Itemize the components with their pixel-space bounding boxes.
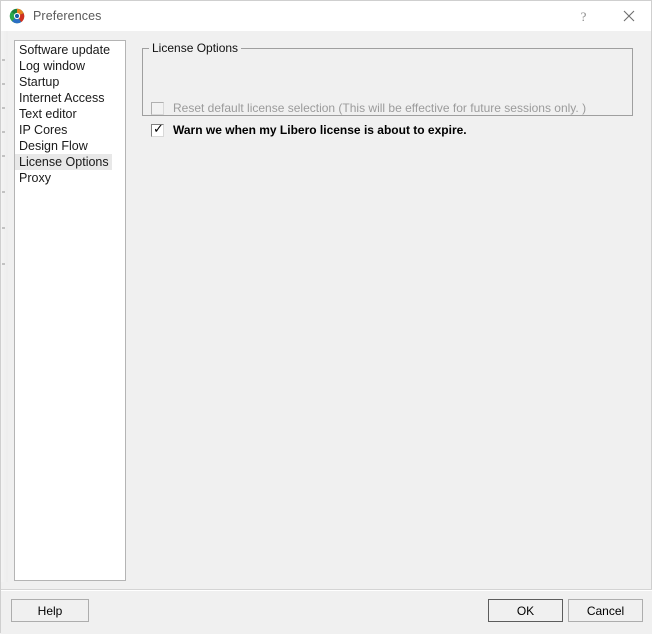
warn-license-expire-label: Warn we when my Libero license is about … xyxy=(173,123,467,137)
title-bar: Preferences ? xyxy=(1,1,651,31)
sidebar-item-label: Startup xyxy=(19,75,60,89)
reset-default-license-checkbox-row[interactable]: Reset default license selection (This wi… xyxy=(151,101,586,115)
category-list[interactable]: Software update Log window Startup Inter… xyxy=(14,40,126,581)
sidebar-item-label: Proxy xyxy=(19,171,51,185)
warn-license-expire-checkbox[interactable]: ✓ xyxy=(151,121,164,137)
cancel-button[interactable]: Cancel xyxy=(568,599,643,622)
sidebar-item-proxy[interactable]: Proxy xyxy=(15,170,125,186)
help-button[interactable]: ? xyxy=(561,1,606,31)
groupbox-title: License Options xyxy=(149,41,242,55)
sidebar-item-label: IP Cores xyxy=(19,123,68,137)
help-button-footer[interactable]: Help xyxy=(11,599,89,622)
sidebar-item-log-window[interactable]: Log window xyxy=(15,58,125,74)
sidebar-item-design-flow[interactable]: Design Flow xyxy=(15,138,125,154)
checkmark-icon: ✓ xyxy=(153,121,164,137)
sidebar-item-label: Design Flow xyxy=(19,139,88,153)
warn-license-expire-checkbox-row[interactable]: ✓ Warn we when my Libero license is abou… xyxy=(151,123,467,137)
sidebar-item-label: Software update xyxy=(19,43,111,57)
sidebar-item-internet-access[interactable]: Internet Access xyxy=(15,90,125,106)
sidebar-item-software-update[interactable]: Software update xyxy=(15,42,125,58)
reset-default-license-checkbox[interactable] xyxy=(151,101,164,115)
sidebar-item-label: License Options xyxy=(15,154,112,170)
close-button[interactable] xyxy=(606,1,651,31)
reset-default-license-label: Reset default license selection (This wi… xyxy=(173,101,587,115)
sidebar-item-label: Text editor xyxy=(19,107,77,121)
question-mark-icon: ? xyxy=(580,8,587,24)
sidebar-item-text-editor[interactable]: Text editor xyxy=(15,106,125,122)
dialog-body: Software update Log window Startup Inter… xyxy=(1,31,651,587)
sidebar-item-license-options[interactable]: License Options xyxy=(15,154,125,170)
sidebar-item-label: Log window xyxy=(19,59,86,73)
sidebar-item-ip-cores[interactable]: IP Cores xyxy=(15,122,125,138)
sidebar-item-label: Internet Access xyxy=(19,91,105,105)
libero-app-icon xyxy=(9,8,25,24)
ok-button[interactable]: OK xyxy=(488,599,563,622)
preferences-dialog: Preferences ? Software update Log window… xyxy=(0,0,652,634)
sidebar-item-startup[interactable]: Startup xyxy=(15,74,125,90)
window-title: Preferences xyxy=(33,9,102,23)
close-icon xyxy=(623,10,634,22)
